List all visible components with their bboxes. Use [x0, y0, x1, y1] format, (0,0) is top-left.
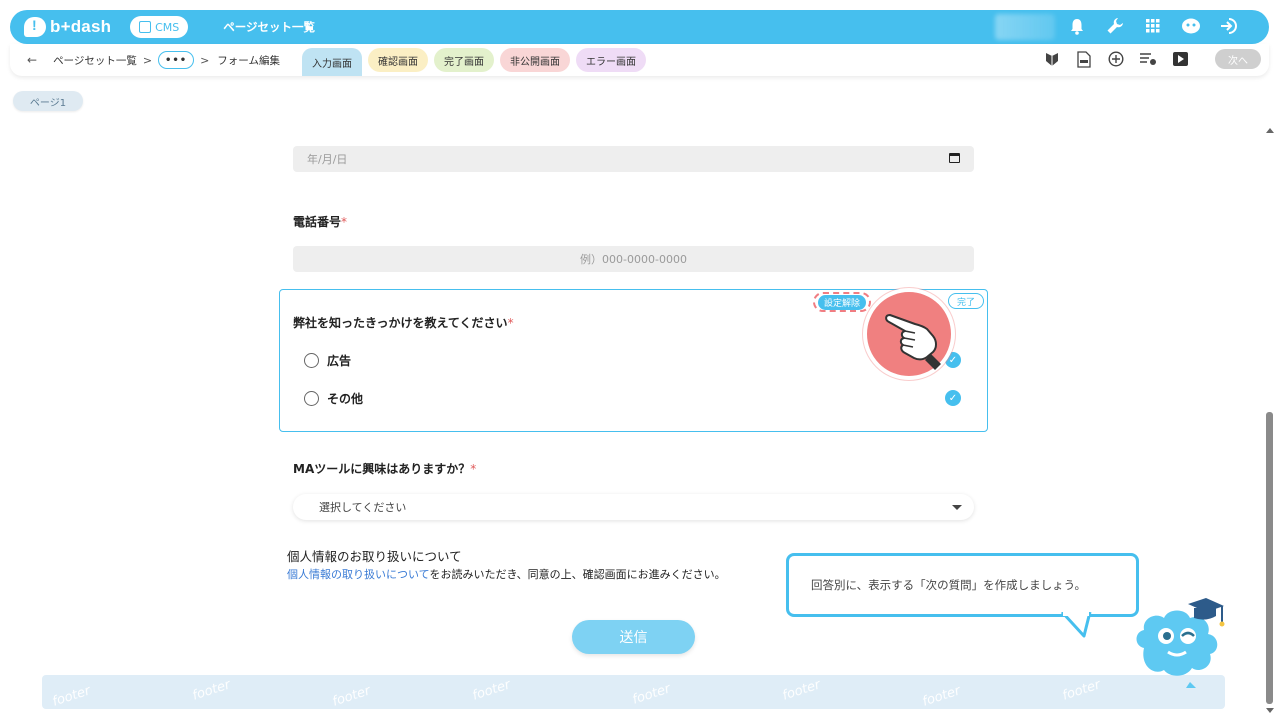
privacy-title: 個人情報のお取り扱いについて	[287, 549, 462, 564]
file-html-icon[interactable]	[1075, 50, 1093, 68]
phone-label-text: 電話番号	[293, 215, 342, 229]
radio-option-label: 広告	[327, 354, 352, 368]
privacy-notice-text: をお読みいただき、同意の上、確認画面にお進みください。	[429, 568, 726, 581]
logo-icon	[24, 17, 46, 37]
tutorial-speech-bubble: 回答別に、表示する「次の質問」を作成しましょう。	[786, 553, 1139, 617]
edit-icon	[139, 21, 152, 33]
required-mark: *	[470, 462, 477, 476]
list-settings-icon[interactable]	[1139, 50, 1157, 68]
scroll-up-arrow[interactable]	[1266, 128, 1274, 133]
select-placeholder: 選択してください	[319, 501, 407, 514]
privacy-policy-link[interactable]: 個人情報の取り扱いについて	[287, 568, 429, 581]
footer-area[interactable]: footer footer footer footer footer foote…	[42, 675, 1225, 709]
account-name-blurred[interactable]	[995, 14, 1055, 40]
footer-watermark: footer	[630, 681, 673, 708]
bell-icon[interactable]	[1067, 16, 1087, 36]
next-button[interactable]: 次へ	[1215, 49, 1261, 69]
scroll-down-arrow[interactable]	[1266, 708, 1274, 713]
editor-toolbar: ← ページセット一覧 > ••• > フォーム編集 入力画面 確認画面 完了画面…	[10, 44, 1269, 76]
date-input[interactable]: 年/月/日	[293, 146, 974, 172]
privacy-notice: 個人情報の取り扱いについてをお読みいただき、同意の上、確認画面にお進みください。	[287, 566, 726, 582]
scrollbar-thumb[interactable]	[1266, 412, 1273, 704]
date-placeholder: 年/月/日	[307, 153, 348, 166]
breadcrumb-separator: >	[142, 53, 153, 67]
app-logo[interactable]: b+dash	[24, 17, 111, 37]
radio-option-other[interactable]: その他	[304, 390, 363, 407]
breadcrumb-form-edit: フォーム編集	[217, 54, 280, 67]
page-title: ページセット一覧	[223, 20, 315, 34]
unset-settings-button[interactable]: 設定解除	[813, 292, 871, 312]
ma-tool-label: MAツールに興味はありますか？*	[293, 460, 476, 477]
required-mark: *	[341, 215, 348, 229]
chevron-down-icon	[952, 505, 962, 510]
footer-watermark: footer	[470, 677, 513, 704]
breadcrumb-page-set-list[interactable]: ページセット一覧	[53, 53, 137, 68]
mascot-icon[interactable]	[1130, 596, 1226, 692]
tab-complete-screen[interactable]: 完了画面	[433, 48, 494, 72]
footer-watermark: footer	[1060, 677, 1103, 704]
calendar-icon[interactable]	[949, 153, 960, 163]
breadcrumb-separator: >	[200, 53, 210, 67]
radio-option-label: その他	[327, 392, 364, 406]
footer-watermark: footer	[780, 677, 823, 704]
top-header: b+dash CMS ページセット一覧	[10, 10, 1269, 44]
footer-watermark: footer	[920, 683, 963, 709]
shield-icon[interactable]	[1043, 50, 1061, 68]
phone-label: 電話番号*	[293, 213, 347, 230]
footer-watermark: footer	[50, 683, 93, 709]
unset-settings-label: 設定解除	[817, 294, 866, 310]
submit-button[interactable]: 送信	[572, 620, 695, 654]
back-arrow-icon[interactable]: ←	[27, 53, 37, 67]
phone-placeholder: 例）000-0000-0000	[580, 253, 687, 266]
wrench-icon[interactable]	[1105, 16, 1125, 36]
logout-icon[interactable]	[1219, 16, 1239, 36]
check-icon[interactable]: ✓	[945, 390, 961, 406]
tutorial-text: 回答別に、表示する「次の質問」を作成しましょう。	[811, 578, 1086, 592]
tab-private-screen[interactable]: 非公開画面	[499, 48, 570, 72]
radio-option-ad[interactable]: 広告	[304, 352, 351, 369]
speech-bubble-tail	[1060, 612, 1092, 638]
tab-confirm-screen[interactable]: 確認画面	[367, 48, 428, 72]
plus-circle-icon[interactable]	[1107, 50, 1125, 68]
tab-input-screen[interactable]: 入力画面	[301, 48, 362, 76]
radio-button[interactable]	[304, 353, 319, 368]
footer-watermark: footer	[330, 683, 373, 709]
done-button[interactable]: 完了	[948, 293, 984, 309]
breadcrumb-ellipsis-button[interactable]: •••	[158, 51, 195, 69]
phone-input[interactable]: 例）000-0000-0000	[293, 246, 974, 272]
cms-button[interactable]: CMS	[130, 16, 189, 38]
tab-error-screen[interactable]: エラー画面	[575, 48, 646, 72]
page-1-chip[interactable]: ページ1	[13, 91, 83, 111]
cms-label: CMS	[155, 20, 180, 34]
grid-icon[interactable]	[1143, 16, 1163, 36]
play-icon[interactable]	[1171, 50, 1189, 68]
logo-text: b+dash	[50, 17, 112, 36]
required-mark: *	[507, 316, 514, 330]
support-icon[interactable]	[1181, 16, 1201, 36]
question-label-text: 弊社を知ったきっかけを教えてください	[293, 316, 508, 330]
footer-watermark: footer	[190, 677, 233, 704]
ma-tool-select[interactable]: 選択してください	[293, 494, 974, 520]
radio-button[interactable]	[304, 391, 319, 406]
ma-tool-label-text: MAツールに興味はありますか？	[293, 462, 471, 476]
tutorial-pointer-hand-icon	[863, 288, 955, 380]
question-label: 弊社を知ったきっかけを教えてください*	[293, 314, 514, 331]
